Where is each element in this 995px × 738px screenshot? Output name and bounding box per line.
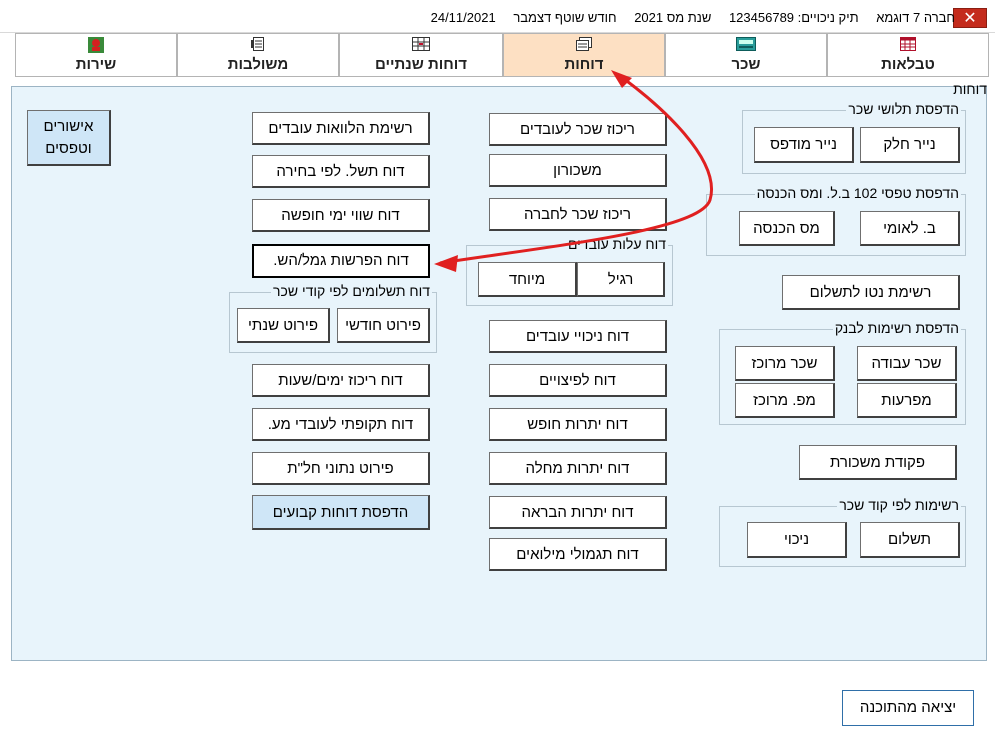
current-month: חודש שוטף דצמבר [513,10,617,25]
tab-label: שירות [75,56,117,73]
plain-paper-button[interactable]: נייר חלק [860,127,960,163]
tab-tables[interactable]: טבלאות [827,33,989,77]
service-icon [88,37,104,53]
tab-label: דוחות שנתיים [374,56,468,73]
approvals-forms-button[interactable]: אישורים וטפסים [27,110,111,166]
sick-balance-button[interactable]: דוח יתרות מחלה [489,452,667,485]
tab-label: שכר [731,56,761,73]
calendar-icon [412,37,430,51]
group-title: הדפסת טפסי 102 ב.ל. ומס הכנסה [754,185,961,201]
tab-reports[interactable]: דוחות [503,33,665,77]
work-salary-button[interactable]: שכר עבודה [857,346,957,381]
central-salary-button[interactable]: שכר מרוכז [735,346,835,381]
exit-button[interactable]: יציאה מהתוכנה [842,690,974,726]
special-cost-button[interactable]: מיוחד [478,262,577,297]
central-advances-button[interactable]: מפ. מרוכז [735,383,835,418]
monthly-detail-button[interactable]: פירוט חודשי [337,308,430,343]
document-icon [251,37,264,51]
advances-button[interactable]: מפרעות [857,383,957,418]
tab-combined[interactable]: משולבות [177,33,339,77]
company-summary-button[interactable]: ריכוז שכר לחברה [489,198,667,231]
current-date: 24/11/2021 [430,10,496,25]
vacation-value-button[interactable]: דוח שווי ימי חופשה [252,199,430,232]
net-pay-list-button[interactable]: רשימת נטו לתשלום [782,275,960,310]
report-icon [576,37,592,51]
fixed-reports-print-button[interactable]: הדפסת דוחות קבועים [252,495,430,530]
payment-code-button[interactable]: תשלום [860,522,960,558]
keyboard-icon [736,37,756,51]
title-bar: ✕ חברה 7 דוגמא תיק ניכויים: 123456789 שנ… [0,0,995,33]
company-name: חברה 7 דוגמא [876,10,955,25]
tab-salary[interactable]: שכר [665,33,827,77]
severance-report-button[interactable]: דוח לפיצויים [489,364,667,397]
group-title: דוח תשלומים לפי קודי שכר [271,283,432,299]
national-insurance-button[interactable]: ב. לאומי [860,211,960,246]
tax-year: שנת מס 2021 [634,10,712,25]
printed-paper-button[interactable]: נייר מודפס [754,127,854,163]
approvals-line2: וטפסים [45,140,92,157]
pay-by-choice-button[interactable]: דוח תשל. לפי בחירה [252,155,430,188]
yearly-detail-button[interactable]: פירוט שנתי [237,308,330,343]
group-title: רשימות לפי קוד שכר [837,497,961,513]
panel-title: דוחות [953,81,987,97]
main-tabs: טבלאות שכר דוחות דוחות שנתיים משולבות שי… [15,33,989,78]
loans-list-button[interactable]: רשימת הלוואות עובדים [252,112,430,145]
close-button[interactable]: ✕ [953,8,987,28]
unpaid-leave-detail-button[interactable]: פירוט נתוני חל"ת [252,452,430,485]
pension-report-button[interactable]: דוח הפרשות גמל/הש. [252,244,430,278]
salary-summary-button[interactable]: ריכוז שכר לעובדים [489,113,667,146]
tab-label: טבלאות [881,56,935,73]
recovery-balance-button[interactable]: דוח יתרות הבראה [489,496,667,529]
tab-annual-reports[interactable]: דוחות שנתיים [339,33,503,77]
tab-service[interactable]: שירות [15,33,177,77]
approvals-line1: אישורים [43,118,94,135]
window-title: חברה 7 דוגמא תיק ניכויים: 123456789 שנת … [417,10,955,25]
vacation-balance-button[interactable]: דוח יתרות חופש [489,408,667,441]
regular-cost-button[interactable]: רגיל [577,262,665,297]
days-hours-summary-button[interactable]: דוח ריכוז ימים/שעות [252,364,430,397]
payroll-order-button[interactable]: פקודת משכורת [799,445,957,480]
group-title: הדפסת רשימות לבנק [832,320,961,336]
payslip-button[interactable]: משכורון [489,154,667,187]
file-number: תיק ניכויים: 123456789 [728,10,859,25]
deductions-report-button[interactable]: דוח ניכויי עובדים [489,320,667,353]
deduction-code-button[interactable]: ניכוי [747,522,847,558]
tab-label: דוחות [564,56,604,73]
periodic-report-button[interactable]: דוח תקופתי לעובדי מע. [252,408,430,441]
table-icon [900,37,916,51]
reserve-duty-button[interactable]: דוח תגמולי מילואים [489,538,667,571]
group-title: הדפסת תלושי שכר [846,101,961,117]
income-tax-button[interactable]: מס הכנסה [739,211,835,246]
tab-label: משולבות [227,56,289,73]
group-title: דוח עלות עובדים [565,236,668,252]
